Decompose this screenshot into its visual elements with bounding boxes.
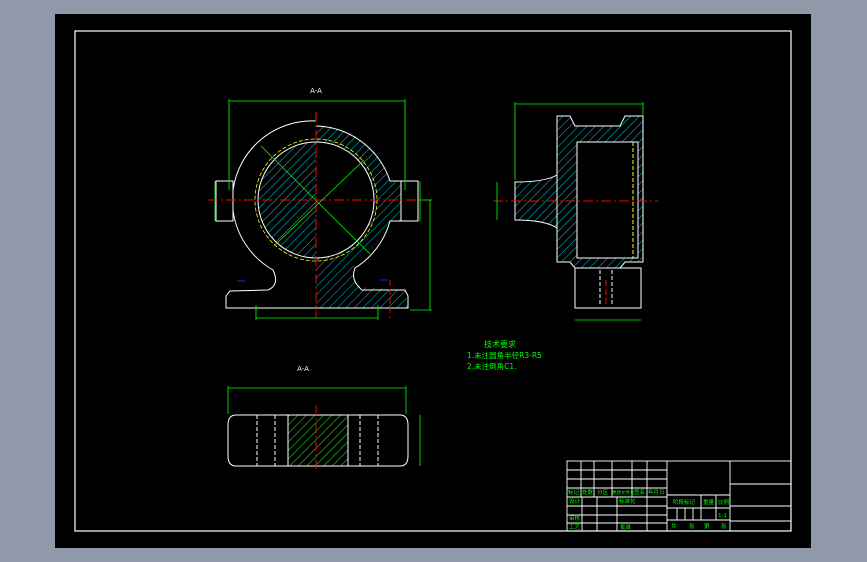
- tb-stage-mark: 阶段标记: [673, 498, 696, 506]
- tb-scale-label: 比例: [718, 498, 730, 506]
- tb-header-0: 标记: [568, 488, 580, 496]
- bottom-view: A-A: [227, 365, 421, 472]
- technical-requirements: 技术要求 1.未注圆角半径R3-R5 2.未注倒角C1.: [467, 339, 542, 371]
- tb-review: 审核: [569, 514, 581, 522]
- tb-weight: 重量: [703, 498, 715, 506]
- tb-scale-value: 1:1: [718, 513, 727, 519]
- tb-header-1: 处数: [582, 488, 594, 496]
- tb-approve: 批准: [620, 523, 632, 531]
- tb-sheet: 张: [721, 522, 727, 530]
- tech-req-title: 技术要求: [484, 339, 516, 349]
- cad-drawing: A-A A-A 技术要求 1.未注圆角半径R3-R5 2.未注倒角C1. 标记 …: [74, 30, 792, 532]
- tb-total: 共: [671, 522, 677, 530]
- section-label-bottom: A-A: [297, 365, 309, 373]
- tech-req-line-2: 2.未注倒角C1.: [467, 361, 517, 371]
- tb-header-3: 更改文件号: [612, 489, 635, 496]
- drawing-frame: [74, 30, 792, 532]
- section-label-top: A-A: [310, 87, 322, 95]
- tb-process: 工艺: [569, 524, 581, 531]
- front-view: A-A: [208, 87, 432, 320]
- tb-header-2: 分区: [597, 488, 609, 496]
- side-view: [493, 102, 658, 321]
- drawing-canvas[interactable]: A-A A-A 技术要求 1.未注圆角半径R3-R5 2.未注倒角C1. 标记 …: [55, 14, 811, 548]
- title-block-text: 标记 处数 分区 更改文件号 签名 年月日 设计 标准化 审核 工艺 批准 阶段…: [568, 488, 730, 531]
- tb-header-5: 年月日: [648, 488, 665, 496]
- tb-header-4: 签名: [634, 488, 645, 496]
- tb-sheets: 张: [689, 522, 695, 530]
- tb-design: 设计: [569, 497, 581, 505]
- tb-number: 第: [704, 522, 710, 530]
- title-block: [566, 460, 792, 532]
- tech-req-line-1: 1.未注圆角半径R3-R5: [467, 350, 542, 360]
- tb-standardization: 标准化: [619, 497, 636, 505]
